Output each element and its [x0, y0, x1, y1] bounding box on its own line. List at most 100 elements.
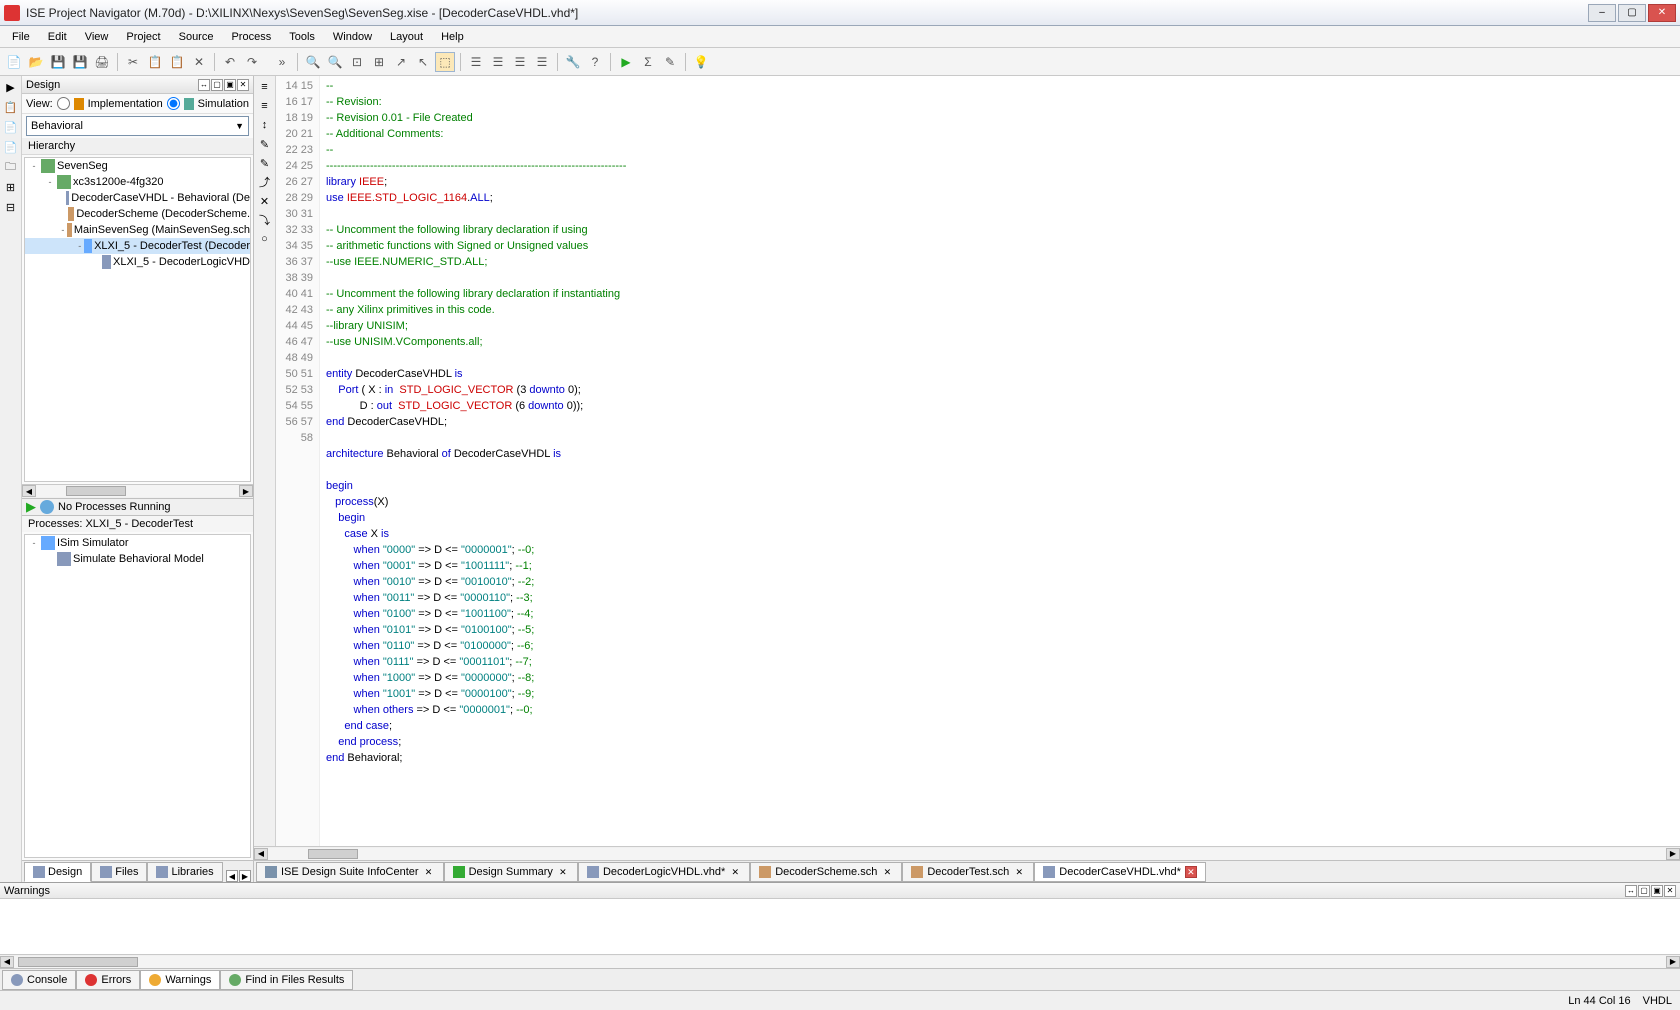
menu-source[interactable]: Source — [171, 29, 222, 45]
scroll-right-button[interactable]: ▶ — [1666, 956, 1680, 968]
redo-button[interactable]: ↷ — [242, 52, 262, 72]
tree-row[interactable]: -xc3s1200e-4fg320 — [25, 174, 250, 190]
layout4-button[interactable]: ☰ — [532, 52, 552, 72]
tab-close-icon[interactable]: ✕ — [1013, 866, 1025, 878]
tree-row[interactable]: -SevenSeg — [25, 158, 250, 174]
sidebar-tab-libraries[interactable]: Libraries — [147, 862, 222, 882]
menu-help[interactable]: Help — [433, 29, 472, 45]
process-row[interactable]: Simulate Behavioral Model — [25, 551, 250, 567]
tree-row[interactable]: -XLXI_5 - DecoderTest (Decoder — [25, 238, 250, 254]
scroll-thumb[interactable] — [18, 957, 138, 967]
tab-close-icon[interactable]: ✕ — [729, 866, 741, 878]
menu-tools[interactable]: Tools — [281, 29, 323, 45]
side-icon-1[interactable]: ▶ — [2, 78, 20, 96]
panel-close-icon[interactable]: ✕ — [1664, 885, 1676, 897]
tree-hscroll[interactable]: ◀ ▶ — [22, 484, 253, 498]
editor-tab[interactable]: DecoderLogicVHDL.vhd*✕ — [578, 862, 750, 882]
layout3-button[interactable]: ☰ — [510, 52, 530, 72]
layout1-button[interactable]: ☰ — [466, 52, 486, 72]
edit-icon-3[interactable]: ↕ — [256, 116, 274, 134]
scroll-left-button[interactable]: ◀ — [0, 956, 14, 968]
menu-edit[interactable]: Edit — [40, 29, 75, 45]
zoom-area-button[interactable]: ⊞ — [369, 52, 389, 72]
panel-max-icon[interactable]: ▣ — [224, 79, 236, 91]
edit-icon-9[interactable]: ○ — [256, 230, 274, 248]
zoom-fit-button[interactable]: ⊡ — [347, 52, 367, 72]
editor-tab[interactable]: DecoderTest.sch✕ — [902, 862, 1034, 882]
sidebar-tab-design[interactable]: Design — [24, 862, 91, 882]
menu-layout[interactable]: Layout — [382, 29, 431, 45]
nav-button[interactable]: ↗ — [391, 52, 411, 72]
menu-file[interactable]: File — [4, 29, 38, 45]
paste-button[interactable]: 📋 — [167, 52, 187, 72]
layout2-button[interactable]: ☰ — [488, 52, 508, 72]
tip-button[interactable]: 💡 — [691, 52, 711, 72]
sim-combo[interactable]: Behavioral ▼ — [26, 116, 249, 136]
copy-button[interactable]: 📋 — [145, 52, 165, 72]
saveall-button[interactable]: 💾 — [70, 52, 90, 72]
panel-float-icon[interactable]: ▢ — [211, 79, 223, 91]
maximize-button[interactable]: ▢ — [1618, 4, 1646, 22]
edit-icon-2[interactable]: ≡ — [256, 97, 274, 115]
tab-nav-right[interactable]: ▶ — [239, 870, 251, 882]
tree-row[interactable]: XLXI_5 - DecoderLogicVHD — [25, 254, 250, 270]
side-icon-4[interactable]: 📄 — [2, 138, 20, 156]
side-icon-5[interactable]: 🗀 — [2, 158, 20, 176]
editor-hscroll[interactable]: ◀ ▶ — [254, 846, 1680, 860]
panel-arrow-icon[interactable]: ↔ — [1625, 885, 1637, 897]
edit-icon-1[interactable]: ≡ — [256, 78, 274, 96]
delete-button[interactable]: ✕ — [189, 52, 209, 72]
side-icon-7[interactable]: ⊟ — [2, 198, 20, 216]
help-context-button[interactable]: ? — [585, 52, 605, 72]
zoom-out-button[interactable]: 🔍 — [325, 52, 345, 72]
open-button[interactable]: 📂 — [26, 52, 46, 72]
edit-icon-4[interactable]: ✎ — [256, 135, 274, 153]
settings-button[interactable]: 🔧 — [563, 52, 583, 72]
editor-tab[interactable]: Design Summary✕ — [444, 862, 578, 882]
side-icon-3[interactable]: 📄 — [2, 118, 20, 136]
select-button[interactable]: ↖ — [413, 52, 433, 72]
more-button[interactable]: » — [272, 52, 292, 72]
close-button[interactable]: ✕ — [1648, 4, 1676, 22]
scroll-thumb[interactable] — [308, 849, 358, 859]
scroll-thumb[interactable] — [66, 486, 126, 496]
tab-close-icon[interactable]: ✕ — [1185, 866, 1197, 878]
panel-arrow-icon[interactable]: ↔ — [198, 79, 210, 91]
scroll-left-button[interactable]: ◀ — [22, 485, 36, 497]
side-icon-6[interactable]: ⊞ — [2, 178, 20, 196]
tree-row[interactable]: DecoderCaseVHDL - Behavioral (De — [25, 190, 250, 206]
run-button[interactable]: ▶ — [616, 52, 636, 72]
cut-button[interactable]: ✂ — [123, 52, 143, 72]
tab-close-icon[interactable]: ✕ — [557, 866, 569, 878]
bottom-tab-errors[interactable]: Errors — [76, 970, 140, 990]
panel-max-icon[interactable]: ▣ — [1651, 885, 1663, 897]
tree-row[interactable]: DecoderScheme (DecoderScheme. — [25, 206, 250, 222]
implementation-radio[interactable] — [57, 97, 70, 110]
new-button[interactable]: 📄 — [4, 52, 24, 72]
panel-float-icon[interactable]: ▢ — [1638, 885, 1650, 897]
panel-close-icon[interactable]: ✕ — [237, 79, 249, 91]
scroll-left-button[interactable]: ◀ — [254, 848, 268, 860]
scroll-right-button[interactable]: ▶ — [1666, 848, 1680, 860]
hierarchy-tree[interactable]: -SevenSeg-xc3s1200e-4fg320DecoderCaseVHD… — [24, 157, 251, 482]
bottom-tab-find-in-files-results[interactable]: Find in Files Results — [220, 970, 353, 990]
bottom-tab-console[interactable]: Console — [2, 970, 76, 990]
minimize-button[interactable]: – — [1588, 4, 1616, 22]
impl-button[interactable]: ✎ — [660, 52, 680, 72]
synth-button[interactable]: Σ — [638, 52, 658, 72]
editor-tab[interactable]: DecoderScheme.sch✕ — [750, 862, 902, 882]
bottom-panel-body[interactable] — [0, 899, 1680, 954]
editor-tab[interactable]: ISE Design Suite InfoCenter✕ — [256, 862, 444, 882]
side-icon-2[interactable]: 📋 — [2, 98, 20, 116]
code-content[interactable]: -- -- Revision: -- Revision 0.01 - File … — [320, 76, 1680, 846]
scroll-right-button[interactable]: ▶ — [239, 485, 253, 497]
edit-icon-5[interactable]: ✎ — [256, 154, 274, 172]
tab-close-icon[interactable]: ✕ — [423, 866, 435, 878]
print-button[interactable]: 🖨 — [92, 52, 112, 72]
edit-icon-6[interactable]: ⤴ — [256, 173, 274, 191]
bottom-hscroll[interactable]: ◀ ▶ — [0, 954, 1680, 968]
save-button[interactable]: 💾 — [48, 52, 68, 72]
editor-tab[interactable]: DecoderCaseVHDL.vhd*✕ — [1034, 862, 1206, 882]
code-editor[interactable]: 14 15 16 17 18 19 20 21 22 23 24 25 26 2… — [276, 76, 1680, 846]
menu-window[interactable]: Window — [325, 29, 380, 45]
